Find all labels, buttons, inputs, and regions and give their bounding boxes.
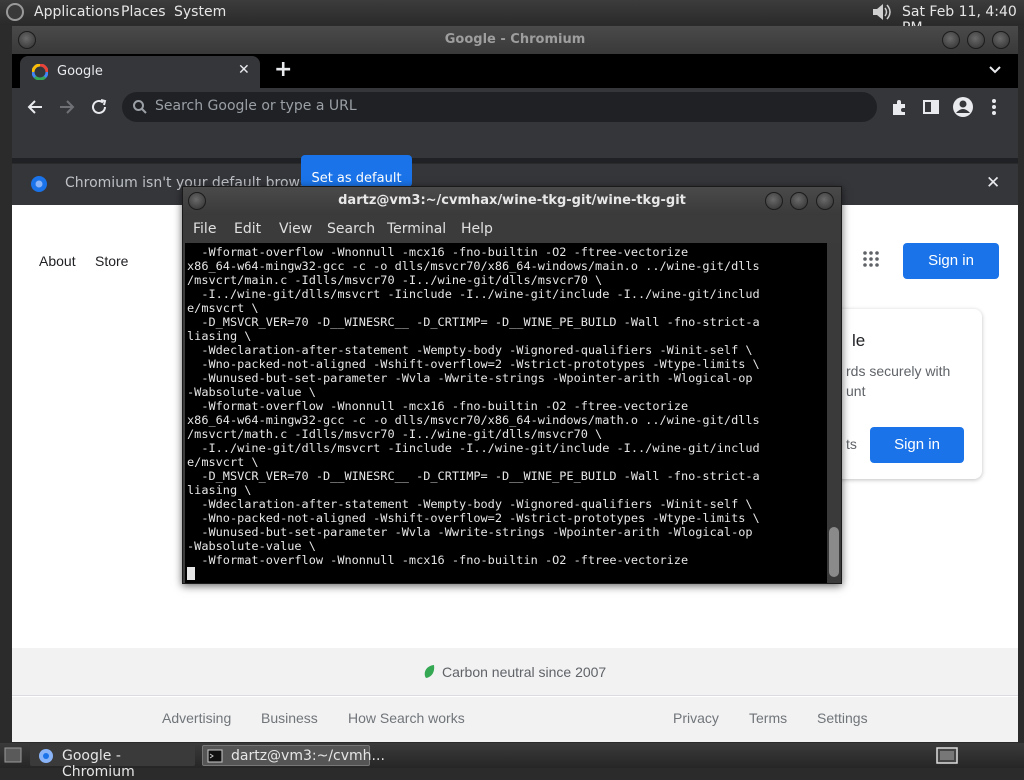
omnibox-placeholder: Search Google or type a URL (155, 98, 357, 114)
new-tab-button[interactable]: + (274, 57, 292, 82)
reload-icon[interactable] (90, 98, 108, 116)
terminal-cursor (187, 567, 195, 580)
business-link[interactable]: Business (261, 710, 318, 726)
terminal-menu-help[interactable]: Help (461, 221, 493, 237)
terminal-titlebar[interactable]: dartz@vm3:~/cvmhax/wine-tkg-git/wine-tkg… (183, 187, 841, 215)
footer-links: Advertising Business How Search works Pr… (12, 697, 1018, 742)
sign-in-button[interactable]: Sign in (903, 243, 999, 279)
terminal-menubar: File Edit View Search Terminal Help (183, 215, 841, 243)
how-search-works-link[interactable]: How Search works (348, 710, 465, 726)
footer-region: Carbon neutral since 2007 (12, 648, 1018, 696)
extensions-puzzle-icon[interactable] (890, 98, 908, 116)
task-terminal[interactable]: dartz@vm3:~/cvmh... (202, 745, 385, 766)
omnibox[interactable]: Search Google or type a URL (122, 92, 877, 122)
promo-sign-in-button[interactable]: Sign in (870, 427, 964, 463)
terminal-task-icon (207, 749, 223, 763)
task-label: Google - Chromium (62, 748, 135, 780)
terminal-text: -Wformat-overflow -Wnonnull -mcx16 -fno-… (187, 245, 760, 581)
profile-avatar-icon[interactable] (952, 96, 974, 118)
show-desktop-icon[interactable] (4, 747, 22, 763)
settings-link[interactable]: Settings (817, 710, 868, 726)
terminal-output[interactable]: -Wformat-overflow -Wnonnull -mcx16 -fno-… (185, 243, 827, 583)
terminal-scrollbar-thumb[interactable] (829, 527, 839, 577)
carbon-neutral-text[interactable]: Carbon neutral since 2007 (442, 664, 606, 680)
terminal-menu-terminal[interactable]: Terminal (387, 221, 446, 237)
advertising-link[interactable]: Advertising (162, 710, 231, 726)
maximize-button[interactable] (967, 31, 985, 49)
google-favicon-icon (32, 64, 48, 80)
workspace-switcher-icon[interactable] (936, 747, 958, 764)
close-button[interactable] (992, 31, 1010, 49)
task-label: dartz@vm3:~/cvmh... (231, 748, 385, 764)
chromium-task-icon (39, 749, 53, 763)
promo-dismiss-link[interactable]: ts (846, 436, 857, 452)
tab-close-icon[interactable]: ✕ (238, 62, 250, 78)
terminal-maximize-button[interactable] (790, 192, 808, 210)
terminal-menu-view[interactable]: View (279, 221, 312, 237)
tab-title: Google (57, 64, 103, 79)
back-arrow-icon[interactable] (26, 98, 44, 116)
forward-arrow-icon[interactable] (58, 98, 76, 116)
applications-menu[interactable]: Applications (34, 4, 120, 20)
terms-link[interactable]: Terms (749, 710, 787, 726)
set-as-default-button[interactable]: Set as default (301, 155, 412, 187)
infobar-close-icon[interactable]: ✕ (986, 173, 1000, 193)
terminal-menu-search[interactable]: Search (327, 221, 375, 237)
tab-google[interactable]: Google ✕ (20, 56, 260, 88)
promo-text: rds securely with (846, 363, 951, 379)
promo-heading: le (852, 331, 866, 350)
bookmarks-bar (12, 126, 1018, 158)
promo-text-2: unt (846, 383, 866, 399)
task-google-chromium[interactable]: Google - Chromium (30, 745, 195, 780)
side-panel-icon[interactable] (922, 98, 940, 116)
about-link[interactable]: About (39, 253, 76, 269)
terminal-minimize-button[interactable] (765, 192, 783, 210)
tab-search-chevron-icon[interactable] (988, 65, 1002, 75)
chromium-titlebar[interactable]: Google - Chromium (12, 26, 1018, 54)
chromium-logo-icon (31, 176, 47, 192)
terminal-window: dartz@vm3:~/cvmhax/wine-tkg-git/wine-tkg… (182, 186, 842, 584)
kebab-menu-icon[interactable] (990, 98, 998, 116)
window-menu-icon[interactable] (18, 31, 36, 49)
sign-in-promo-card: le rds securely with unt ts Sign in (832, 309, 982, 479)
minimize-button[interactable] (942, 31, 960, 49)
store-link[interactable]: Store (95, 253, 128, 269)
terminal-menu-edit[interactable]: Edit (234, 221, 261, 237)
terminal-window-menu-icon[interactable] (188, 192, 206, 210)
search-icon (133, 100, 147, 114)
distro-logo-icon[interactable] (6, 3, 24, 21)
bottom-panel: Google - Chromium dartz@vm3:~/cvmh... (0, 743, 1024, 780)
system-menu[interactable]: System (174, 4, 226, 20)
google-apps-grid-icon[interactable] (863, 251, 879, 267)
terminal-menu-file[interactable]: File (193, 221, 216, 237)
places-menu[interactable]: Places (121, 4, 166, 20)
terminal-close-button[interactable] (816, 192, 834, 210)
leaf-icon (424, 665, 435, 678)
top-panel: Applications Places System Sat Feb 11, 4… (0, 0, 1024, 36)
privacy-link[interactable]: Privacy (673, 710, 719, 726)
volume-icon[interactable] (870, 2, 892, 22)
